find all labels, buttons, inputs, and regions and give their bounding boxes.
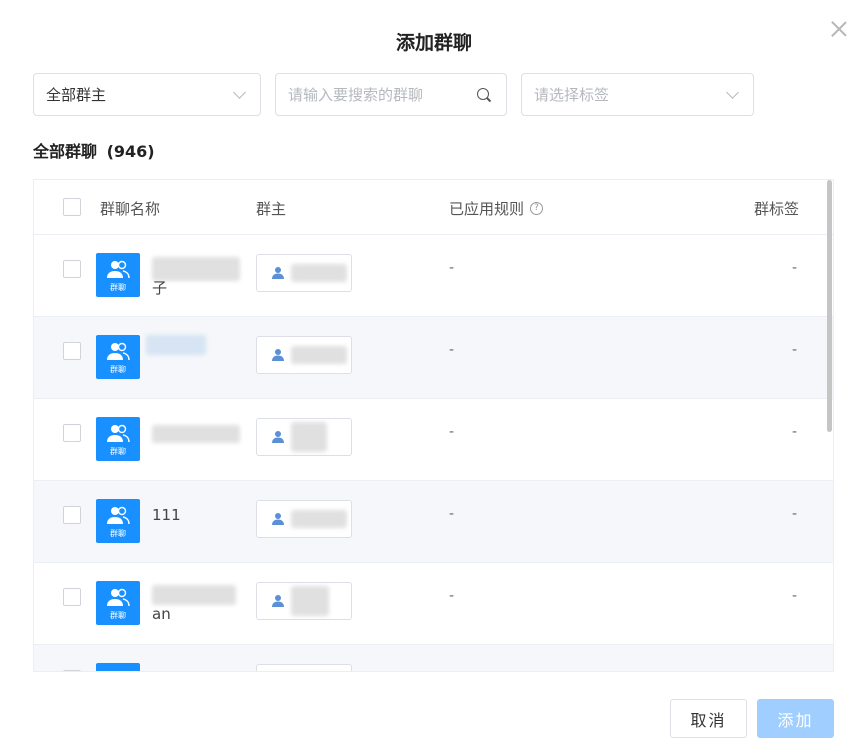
table-row[interactable]: 群聊 子 - -: [34, 234, 833, 316]
group-avatar-label: 群聊: [110, 283, 126, 292]
redacted-group-name: [146, 335, 206, 355]
redacted-group-name: [152, 425, 240, 443]
section-title: 全部群聊 (946): [33, 138, 155, 162]
chevron-down-icon: [726, 85, 739, 99]
group-name: 子: [152, 279, 168, 297]
redacted-group-name: [152, 585, 236, 605]
row-checkbox[interactable]: [63, 588, 81, 606]
group-avatar-label: 群聊: [110, 529, 126, 538]
cancel-button[interactable]: 取消: [670, 699, 747, 738]
applied-rule: -: [449, 260, 455, 276]
applied-rule: -: [449, 342, 455, 358]
group-people-icon: [107, 342, 130, 361]
help-icon[interactable]: ?: [530, 202, 544, 215]
table-row[interactable]: 群聊 - -: [34, 316, 833, 398]
search-placeholder: 请输入要搜索的群聊: [288, 86, 424, 104]
close-icon[interactable]: [828, 18, 850, 40]
group-avatar-label: 群聊: [110, 611, 126, 620]
redacted-owner-name: [291, 422, 327, 452]
group-name: an: [152, 605, 171, 623]
row-checkbox[interactable]: [63, 260, 81, 278]
chevron-down-icon: [233, 85, 246, 99]
redacted-group-name: [152, 257, 240, 281]
group-people-icon: [107, 260, 130, 279]
group-avatar-label: 群聊: [110, 365, 126, 374]
group-count: (946): [106, 142, 155, 161]
person-icon: [272, 513, 284, 525]
header-rule-label: 已应用规则: [449, 200, 525, 218]
dialog-title: 添加群聊: [395, 32, 472, 54]
redacted-owner-name: [291, 264, 347, 282]
header-rule: 已应用规则 ?: [449, 198, 544, 219]
table-row[interactable]: 群聊 an - -: [34, 562, 833, 644]
redacted-owner-name: [291, 586, 329, 616]
person-icon: [272, 349, 284, 361]
owner-chip: [256, 336, 352, 374]
search-input[interactable]: 请输入要搜索的群聊: [275, 73, 507, 116]
group-avatar-label: 群聊: [110, 447, 126, 456]
header-owner: 群主: [256, 200, 287, 218]
row-checkbox[interactable]: [63, 670, 81, 671]
owner-chip: [256, 664, 352, 671]
tag-select[interactable]: 请选择标签: [521, 73, 754, 116]
add-group-chat-dialog: 添加群聊 全部群主 请输入要搜索的群聊 请选择标签 全部群聊 (946) 群聊名…: [0, 0, 868, 756]
owner-select-value: 全部群主: [46, 86, 107, 104]
table-row[interactable]: [34, 644, 833, 671]
group-tag: -: [791, 424, 797, 440]
applied-rule: -: [449, 424, 455, 440]
applied-rule: -: [449, 588, 455, 604]
group-tag: -: [791, 588, 797, 604]
tag-select-placeholder: 请选择标签: [534, 86, 610, 104]
person-icon: [272, 595, 284, 607]
group-avatar: 群聊: [96, 253, 140, 297]
group-people-icon: [107, 506, 130, 525]
table-scrollbar[interactable]: [827, 180, 832, 432]
group-people-icon: [107, 424, 130, 443]
owner-chip: [256, 500, 352, 538]
group-name: 111: [152, 506, 181, 524]
redacted-owner-name: [291, 510, 347, 528]
applied-rule: -: [449, 506, 455, 522]
search-icon[interactable]: [476, 87, 492, 103]
group-avatar: 群聊: [96, 417, 140, 461]
header-tag: 群标签: [753, 200, 799, 218]
owner-select[interactable]: 全部群主: [33, 73, 261, 116]
table-row[interactable]: 群聊 111 - -: [34, 480, 833, 562]
group-tag: -: [791, 506, 797, 522]
group-avatar: 群聊: [96, 499, 140, 543]
header-group-name: 群聊名称: [100, 200, 161, 218]
redacted-owner-name: [291, 346, 347, 364]
owner-chip: [256, 418, 352, 456]
owner-chip: [256, 582, 352, 620]
table-header: 群聊名称 群主 已应用规则 ? 群标签: [34, 180, 833, 234]
group-people-icon: [107, 588, 130, 607]
section-title-text: 全部群聊: [33, 142, 98, 161]
row-checkbox[interactable]: [63, 424, 81, 442]
owner-chip: [256, 254, 352, 292]
group-avatar: [96, 663, 140, 671]
table-row[interactable]: 群聊 - -: [34, 398, 833, 480]
group-tag: -: [791, 342, 797, 358]
group-avatar: 群聊: [96, 335, 140, 379]
person-icon: [272, 431, 284, 443]
row-checkbox[interactable]: [63, 342, 81, 360]
row-checkbox[interactable]: [63, 506, 81, 524]
select-all-checkbox[interactable]: [63, 198, 81, 216]
group-avatar: 群聊: [96, 581, 140, 625]
person-icon: [272, 267, 284, 279]
add-button[interactable]: 添加: [757, 699, 834, 738]
group-tag: -: [791, 260, 797, 276]
group-table: 群聊名称 群主 已应用规则 ? 群标签 群聊 子 - - 群聊 - - 群聊 -…: [33, 179, 834, 672]
